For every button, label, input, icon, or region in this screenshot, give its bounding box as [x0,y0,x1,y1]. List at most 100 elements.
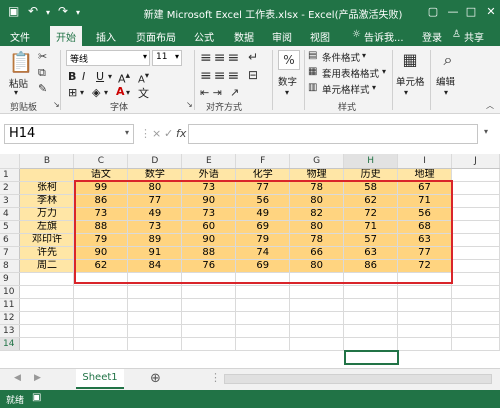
chevron-down-icon[interactable]: ▾ [108,72,112,81]
dialog-launcher-icon[interactable]: ↘ [186,100,193,109]
chevron-down-icon[interactable]: ▾ [372,83,376,92]
collapse-ribbon-icon[interactable]: ︿ [486,100,494,111]
cell[interactable] [235,324,291,338]
select-all-corner[interactable] [0,154,21,169]
cell[interactable] [73,324,129,338]
chevron-down-icon[interactable]: ▾ [80,88,84,97]
tab-formulas[interactable]: 公式 [194,29,214,44]
tab-insert[interactable]: 插入 [96,29,116,44]
cell[interactable] [451,259,500,273]
tab-review[interactable]: 审阅 [272,29,292,44]
ribbon-display-icon[interactable]: ▢ [424,4,442,20]
login-button[interactable]: 登录 [422,29,442,44]
paste-button[interactable]: 粘贴 [9,76,28,90]
cell[interactable] [451,337,500,351]
cell[interactable] [181,324,237,338]
cell[interactable] [127,298,183,312]
column-header[interactable]: D [127,154,183,169]
cell[interactable] [19,168,75,182]
decrease-font-icon[interactable]: A▾ [138,70,149,85]
row-header[interactable]: 6 [0,233,21,247]
underline-button[interactable]: U [96,70,104,83]
percent-icon[interactable]: % [278,50,300,70]
row-header[interactable]: 13 [0,324,21,338]
active-cell[interactable] [343,337,399,351]
chevron-down-icon[interactable]: ▾ [285,88,289,97]
row-header[interactable]: 12 [0,311,21,325]
share-button[interactable]: 共享 [464,29,484,44]
maximize-button[interactable]: □ [462,4,480,20]
cell[interactable] [451,168,500,182]
column-header[interactable]: G [289,154,345,169]
cell[interactable] [343,298,399,312]
insert-function-icon[interactable]: fx [176,127,186,140]
cell[interactable] [289,285,345,299]
cell[interactable] [289,337,345,351]
tab-home[interactable]: 开始 [50,26,82,46]
cell[interactable] [289,298,345,312]
vertical-align-icon[interactable]: ≡≡≡ [200,50,241,66]
cell[interactable] [73,337,129,351]
border-icon[interactable]: ⊞ [68,86,77,99]
horizontal-scrollbar[interactable] [224,374,492,384]
cell[interactable] [19,311,75,325]
cell[interactable] [343,285,399,299]
wrap-text-icon[interactable]: ↵ [248,50,258,64]
row-header[interactable]: 5 [0,220,21,234]
italic-button[interactable]: I [82,70,85,83]
chevron-down-icon[interactable]: ▾ [362,51,366,60]
table-format-button[interactable]: 套用表格格式 [322,66,379,80]
cell[interactable] [181,285,237,299]
cell[interactable] [235,285,291,299]
cell[interactable] [181,298,237,312]
conditional-format-button[interactable]: 条件格式 [322,50,360,64]
chevron-down-icon[interactable]: ▾ [125,128,129,137]
scroll-right-icon[interactable]: ▶ [34,373,41,383]
chevron-down-icon[interactable]: ▾ [382,67,386,76]
cell[interactable] [451,233,500,247]
cell[interactable] [397,285,452,299]
student-name[interactable]: 周二 [19,259,75,273]
column-header[interactable]: F [235,154,291,169]
merge-icon[interactable]: ⊟ [248,68,258,82]
student-name[interactable]: 许先 [19,246,75,260]
number-format-button[interactable]: 数字 [278,74,297,88]
sheet-tab-sheet1[interactable]: Sheet1 [76,369,124,389]
column-header[interactable]: I [397,154,452,169]
cell[interactable] [73,285,129,299]
cell-styles-button[interactable]: 单元格样式 [322,82,370,96]
column-header[interactable]: C [73,154,129,169]
save-icon[interactable]: ▣ [8,4,19,18]
expand-formula-icon[interactable]: ▾ [484,127,488,136]
formula-input[interactable] [188,124,478,144]
cell[interactable] [181,311,237,325]
share-icon[interactable]: ♙ [452,29,461,40]
cell[interactable] [397,311,452,325]
clipboard-icon[interactable]: 📋 [8,50,34,74]
fill-color-icon[interactable]: ◈ [92,86,100,99]
name-box[interactable]: H14 ▾ [4,124,134,144]
cells-button[interactable]: 单元格 [396,74,425,88]
cell[interactable] [181,337,237,351]
minimize-button[interactable]: — [444,4,462,20]
column-header[interactable]: E [181,154,237,169]
cell[interactable] [127,311,183,325]
orientation-icon[interactable]: ↗ [230,86,239,99]
cells-icon[interactable]: ▦ [398,50,422,69]
row-header[interactable]: 1 [0,168,21,182]
row-header[interactable]: 9 [0,272,21,286]
tab-data[interactable]: 数据 [234,29,254,44]
column-header[interactable]: B [19,154,75,169]
search-icon[interactable]: ⌕ [436,50,460,70]
horizontal-align-icon[interactable]: ≡≡≡ [200,68,241,84]
student-name[interactable]: 李林 [19,194,75,208]
format-painter-icon[interactable]: ✎ [38,82,47,95]
tell-me-box[interactable]: 告诉我... [364,29,404,44]
cell[interactable] [73,311,129,325]
cell[interactable] [127,285,183,299]
cell[interactable] [235,337,291,351]
row-header[interactable]: 7 [0,246,21,260]
cell[interactable] [235,298,291,312]
close-button[interactable]: ✕ [482,4,500,20]
macro-record-icon[interactable]: ▣ [32,392,41,403]
